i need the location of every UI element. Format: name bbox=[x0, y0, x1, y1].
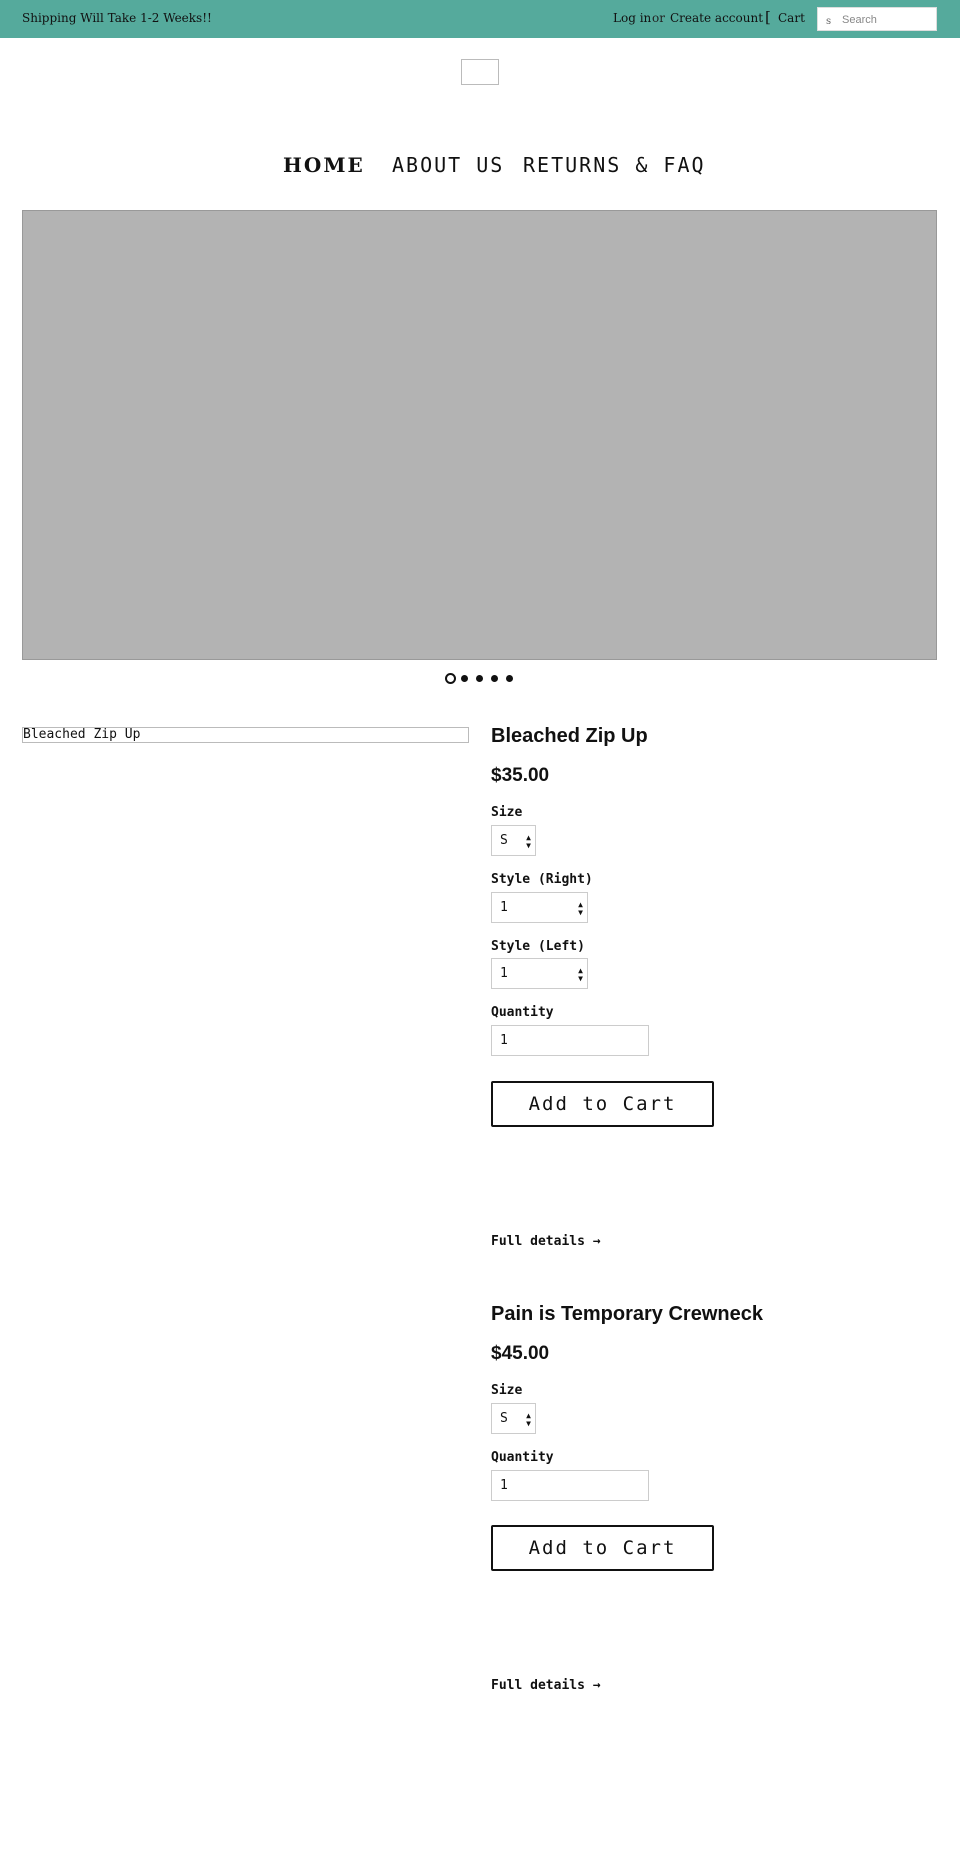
size-label: Size bbox=[491, 805, 523, 820]
style-left-label: Style (Left) bbox=[491, 939, 585, 954]
nav-about-us[interactable]: ABOUT US bbox=[392, 153, 504, 177]
top-bar: Shipping Will Take 1-2 Weeks!! Log in or… bbox=[0, 0, 960, 38]
full-details-link[interactable]: Full details → bbox=[491, 1234, 601, 1249]
product-price: $45.00 bbox=[491, 1343, 550, 1364]
slide-dot-5[interactable] bbox=[506, 675, 513, 682]
style-left-select[interactable]: 1 ▲ ▼ bbox=[491, 958, 588, 989]
search-input[interactable] bbox=[840, 10, 936, 30]
style-left-select-value: 1 bbox=[500, 966, 508, 981]
size-select-value: S bbox=[500, 1411, 508, 1426]
select-arrows-icon: ▲ ▼ bbox=[526, 1411, 531, 1428]
select-arrows-icon: ▲ ▼ bbox=[578, 966, 583, 983]
or-text: or bbox=[652, 11, 665, 25]
product-image[interactable]: Bleached Zip Up bbox=[22, 727, 469, 743]
slideshow-dots bbox=[445, 673, 515, 685]
nav-returns-faq[interactable]: RETURNS & FAQ bbox=[523, 153, 706, 177]
add-to-cart-button[interactable]: Add to Cart bbox=[491, 1525, 714, 1571]
slide-dot-2[interactable] bbox=[461, 675, 468, 682]
search-icon[interactable]: s bbox=[826, 16, 831, 27]
quantity-input[interactable]: 1 bbox=[491, 1025, 649, 1056]
size-select-value: S bbox=[500, 833, 508, 848]
style-right-select[interactable]: 1 ▲ ▼ bbox=[491, 892, 588, 923]
cart-icon[interactable]: [ bbox=[765, 8, 771, 26]
slide-dot-1[interactable] bbox=[445, 673, 456, 684]
product-price: $35.00 bbox=[491, 765, 550, 786]
search-box[interactable]: s bbox=[817, 7, 937, 31]
add-to-cart-button[interactable]: Add to Cart bbox=[491, 1081, 714, 1127]
product-title[interactable]: Bleached Zip Up bbox=[491, 725, 648, 748]
size-label: Size bbox=[491, 1383, 523, 1398]
cart-link[interactable]: Cart bbox=[778, 11, 805, 25]
product-title[interactable]: Pain is Temporary Crewneck bbox=[491, 1303, 763, 1326]
nav-home[interactable]: HOME bbox=[283, 153, 365, 177]
select-arrows-icon: ▲ ▼ bbox=[578, 900, 583, 917]
slide-dot-4[interactable] bbox=[491, 675, 498, 682]
login-link[interactable]: Log in bbox=[613, 11, 651, 25]
size-select[interactable]: S ▲ ▼ bbox=[491, 825, 536, 856]
hero-slideshow-image[interactable] bbox=[22, 210, 937, 660]
announcement-text: Shipping Will Take 1-2 Weeks!! bbox=[22, 11, 212, 25]
style-right-select-value: 1 bbox=[500, 900, 508, 915]
quantity-label: Quantity bbox=[491, 1450, 554, 1465]
logo[interactable] bbox=[461, 59, 499, 85]
create-account-link[interactable]: Create account bbox=[670, 11, 763, 25]
size-select[interactable]: S ▲ ▼ bbox=[491, 1403, 536, 1434]
style-right-label: Style (Right) bbox=[491, 872, 593, 887]
quantity-input[interactable]: 1 bbox=[491, 1470, 649, 1501]
main-nav: HOME ABOUT US RETURNS & FAQ bbox=[0, 153, 960, 183]
full-details-link[interactable]: Full details → bbox=[491, 1678, 601, 1693]
select-arrows-icon: ▲ ▼ bbox=[526, 833, 531, 850]
slide-dot-3[interactable] bbox=[476, 675, 483, 682]
quantity-label: Quantity bbox=[491, 1005, 554, 1020]
